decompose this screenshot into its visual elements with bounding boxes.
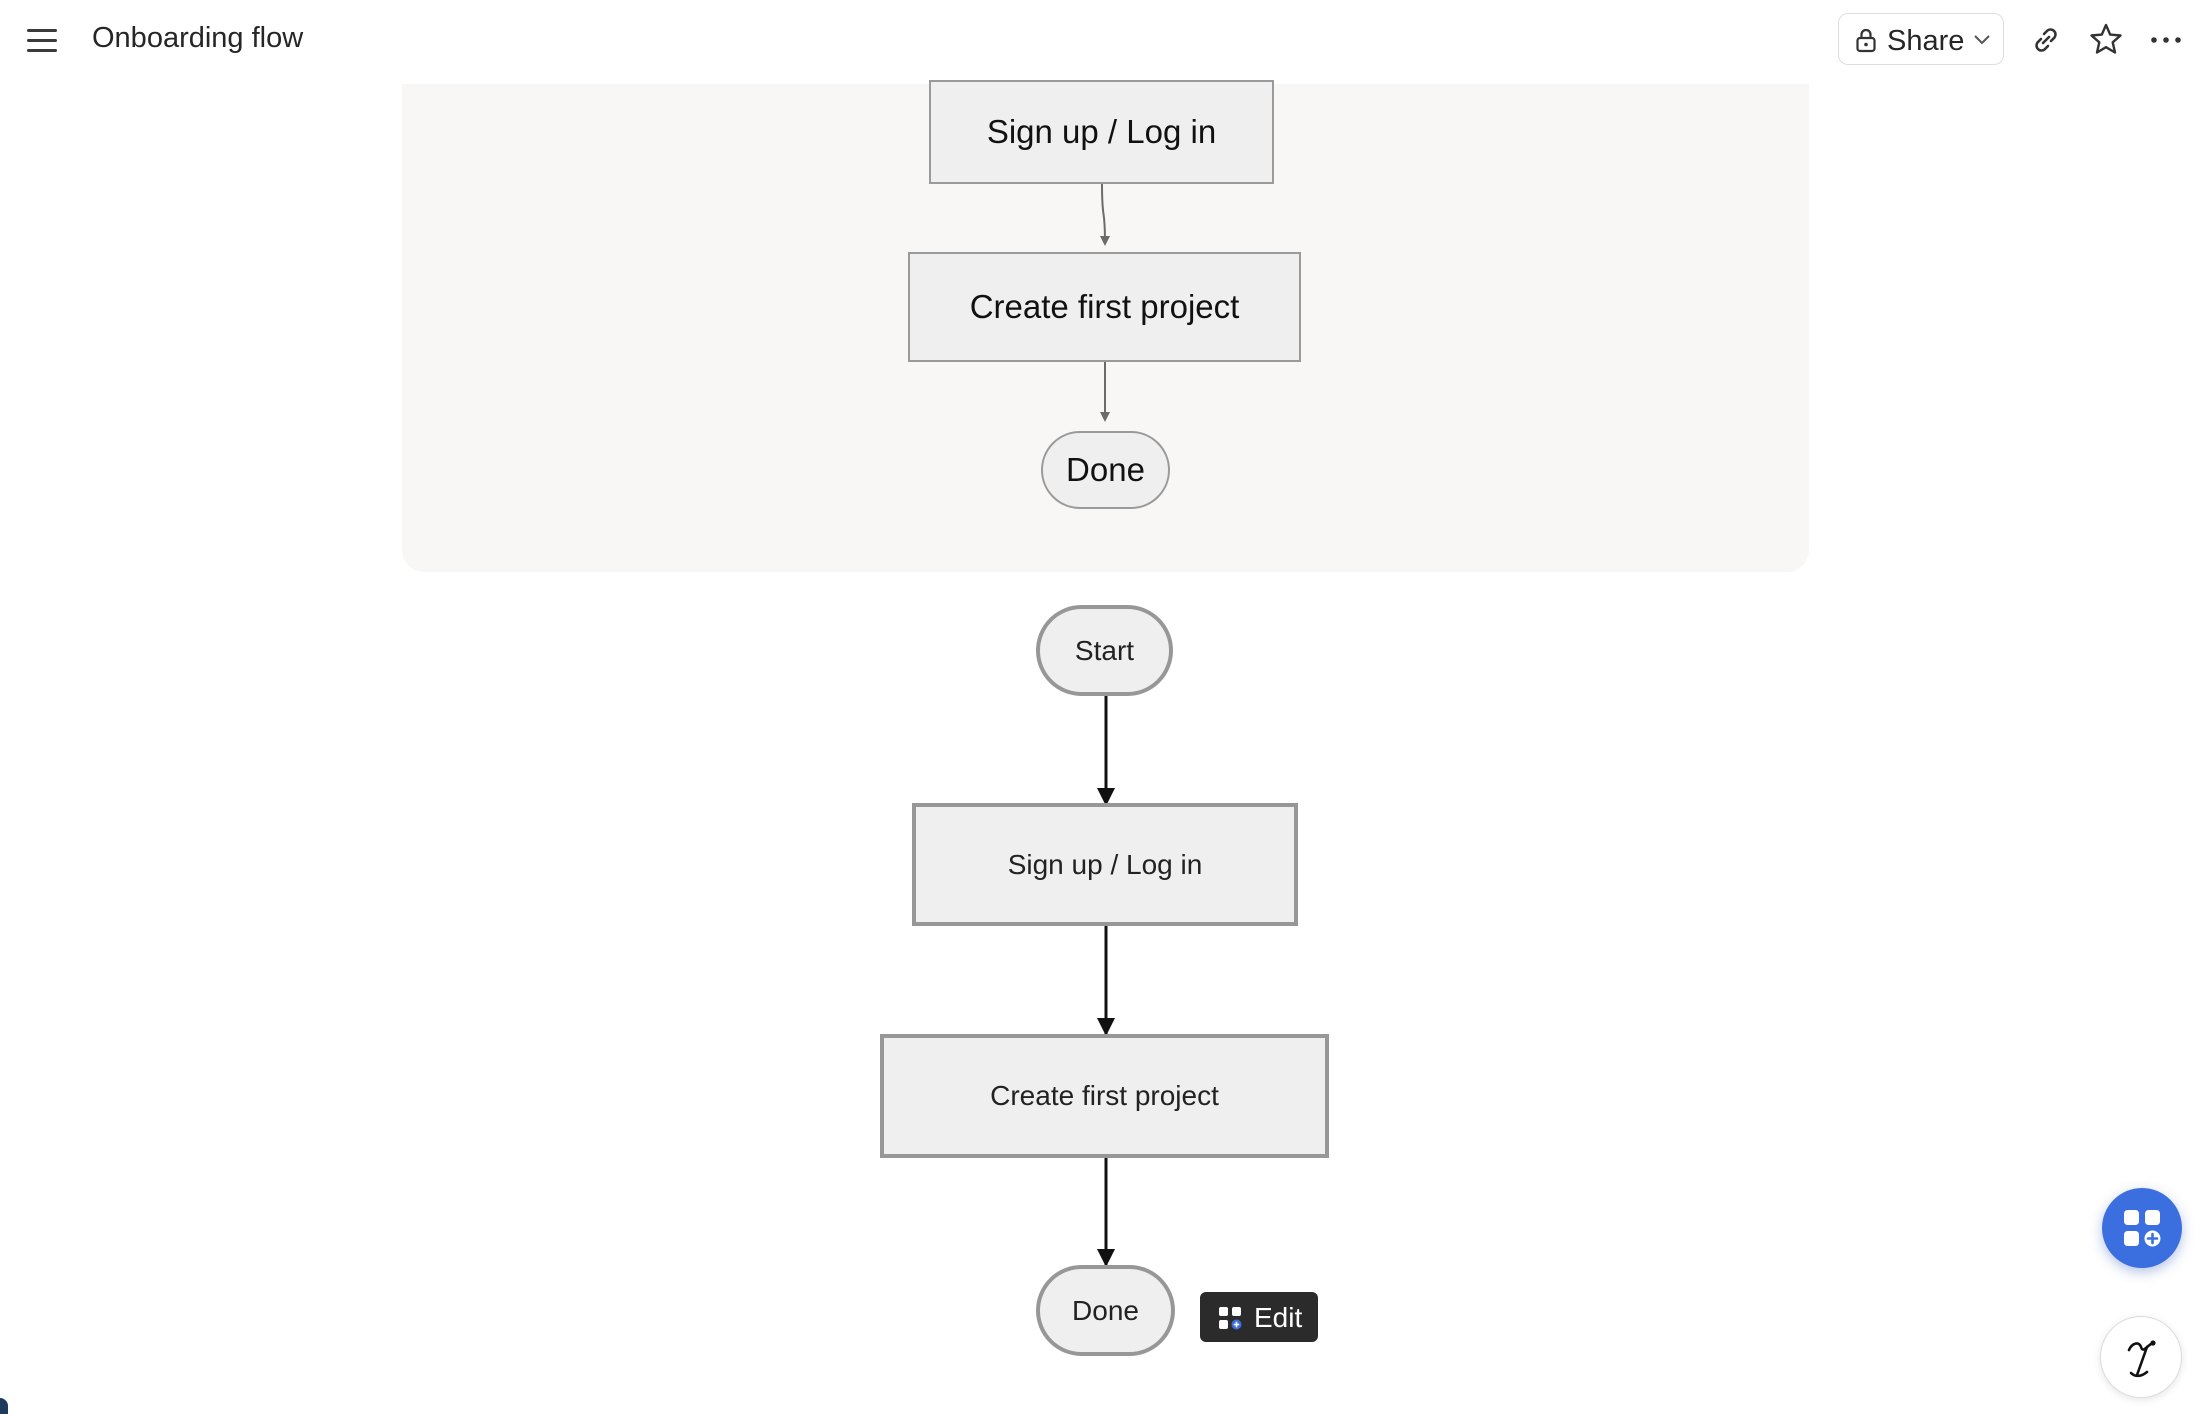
ai-assistant-button[interactable] — [2100, 1316, 2182, 1398]
chevron-down-icon — [1974, 35, 1990, 45]
embedded-node-create-project: Create first project — [908, 252, 1301, 362]
link-icon[interactable] — [2024, 18, 2068, 62]
apps-add-icon — [1219, 1307, 1242, 1330]
page-title: Onboarding flow — [92, 22, 304, 54]
star-icon[interactable] — [2084, 18, 2128, 62]
edit-diagram-button[interactable]: Edit — [1200, 1292, 1318, 1342]
top-bar: Onboarding flow Share — [0, 0, 2198, 80]
connector-signup-to-project — [1099, 183, 1110, 246]
ai-assistant-icon — [2127, 1340, 2156, 1378]
node-create-project: Create first project — [880, 1034, 1329, 1158]
embedded-node-done: Done — [1041, 431, 1170, 509]
node-start: Start — [1036, 605, 1173, 696]
lock-icon — [1856, 28, 1876, 53]
edit-label: Edit — [1254, 1302, 1303, 1333]
node-done: Done — [1036, 1265, 1175, 1356]
apps-fab-button[interactable] — [2102, 1188, 2182, 1268]
corner-decoration — [0, 1398, 8, 1414]
apps-add-icon — [2124, 1210, 2161, 1247]
more-icon[interactable] — [2144, 18, 2188, 62]
share-button[interactable]: Share — [1838, 13, 2004, 65]
share-label: Share — [1887, 25, 1965, 57]
menu-icon[interactable] — [20, 20, 64, 60]
node-signup: Sign up / Log in — [912, 803, 1298, 926]
embedded-diagram-card[interactable]: Sign up / Log in Create first project Do… — [402, 80, 1809, 572]
embedded-node-signup: Sign up / Log in — [929, 80, 1274, 184]
